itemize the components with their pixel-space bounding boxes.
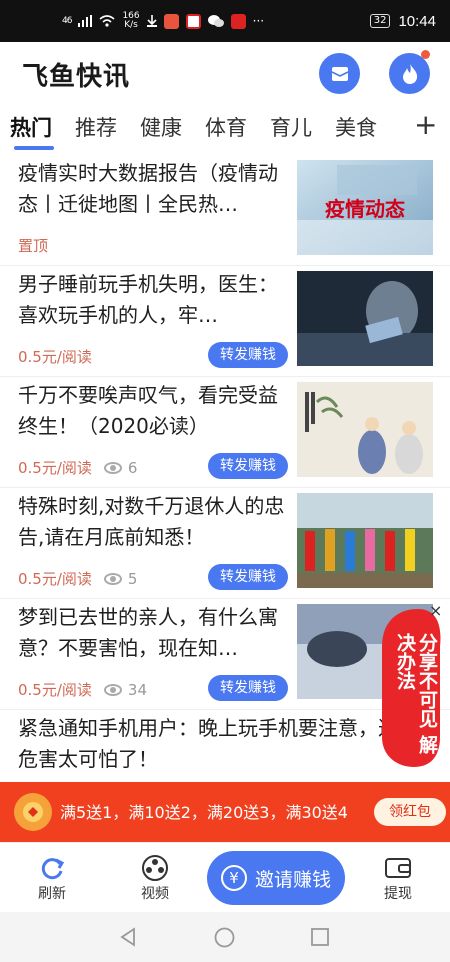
refresh-icon: [41, 858, 65, 880]
close-icon[interactable]: ×: [429, 601, 442, 620]
article-title[interactable]: 梦到已去世的亲人，有什么寓意？不要害怕，现在知…: [18, 602, 290, 666]
reward-rate: 0.5元/阅读: [18, 459, 92, 477]
red-packet-banner[interactable]: 满5送1，满10送2，满20送3，满30送4 领红包: [0, 782, 450, 842]
home-icon[interactable]: [214, 927, 235, 948]
chart-notification-icon: [230, 13, 246, 29]
signal-icon: [78, 15, 93, 27]
share-earn-button[interactable]: 转发赚钱: [208, 453, 288, 479]
recents-icon[interactable]: [311, 928, 329, 946]
tab-recommend[interactable]: 推荐: [75, 112, 117, 142]
envelope-icon: [331, 66, 348, 81]
hot-button[interactable]: [389, 50, 430, 94]
list-item[interactable]: 男子睡前玩手机失明，医生：喜欢玩手机的人，牢… 0.5元/阅读 转发赚钱: [0, 266, 450, 377]
nav-refresh-label: 刷新: [38, 886, 66, 902]
view-count: 6: [103, 459, 137, 477]
list-item[interactable]: 疫情实时大数据报告（疫情动态丨迁徙地图丨全民热… 置顶 疫情动态: [0, 155, 450, 266]
list-item[interactable]: 千万不要唉声叹气，看完受益终生！（2020必读） 0.5元/阅读 6 转发赚钱: [0, 377, 450, 488]
article-meta: 0.5元/阅读 6: [18, 457, 137, 478]
download-icon: [146, 15, 157, 27]
tab-health[interactable]: 健康: [140, 112, 182, 142]
article-title[interactable]: 特殊时刻,对数千万退休人的忠告,请在月底前知悉！: [18, 491, 290, 555]
promo-text: 分享不可见 解决办法: [394, 633, 438, 754]
eye-icon: [103, 572, 122, 585]
app-title: 飞鱼快讯: [22, 62, 131, 92]
eye-icon: [103, 461, 122, 474]
article-meta: 置顶: [18, 235, 48, 256]
share-promo-float[interactable]: 分享不可见 解决办法 ×: [380, 601, 444, 770]
wechat-icon: [207, 15, 224, 27]
add-tab-button[interactable]: +: [414, 108, 437, 141]
battery-indicator: 32: [369, 14, 391, 28]
more-notifications: ···: [252, 14, 265, 28]
pinned-tag: 置顶: [18, 237, 49, 255]
promo-text: 满5送1，满10送2，满20送3，满30送4: [60, 802, 348, 822]
wallet-icon: [385, 858, 411, 878]
message-button[interactable]: [319, 53, 360, 94]
category-tabs: 热门 推荐 健康 体育 育儿 美食 +: [0, 106, 450, 154]
article-thumbnail[interactable]: [297, 271, 433, 366]
article-meta: 0.5元/阅读 34: [18, 679, 147, 700]
share-earn-button[interactable]: 转发赚钱: [208, 564, 288, 590]
eye-icon: [103, 683, 122, 696]
reward-rate: 0.5元/阅读: [18, 681, 92, 699]
clock: 10:44: [398, 12, 436, 30]
stocks-notification-icon: [185, 13, 201, 29]
network-label: 46: [62, 16, 73, 26]
system-nav-bar: [0, 912, 450, 962]
article-title[interactable]: 男子睡前玩手机失明，医生：喜欢玩手机的人，牢…: [18, 269, 290, 333]
thumbnail-caption: 疫情动态: [325, 197, 405, 221]
back-icon[interactable]: [118, 927, 138, 947]
yen-icon: ¥: [220, 865, 247, 891]
share-earn-button[interactable]: 转发赚钱: [208, 342, 288, 368]
view-count: 5: [103, 570, 137, 588]
reward-rate: 0.5元/阅读: [18, 570, 92, 588]
invite-earn-button[interactable]: ¥ 邀请赚钱: [207, 851, 345, 905]
network-speed: 166 K/s: [122, 11, 140, 30]
article-thumbnail[interactable]: 疫情动态: [297, 160, 433, 255]
share-earn-button[interactable]: 转发赚钱: [208, 675, 288, 701]
article-title[interactable]: 千万不要唉声叹气，看完受益终生！（2020必读）: [18, 380, 290, 444]
article-meta: 0.5元/阅读 5: [18, 568, 137, 589]
nav-withdraw[interactable]: 提现: [368, 853, 428, 903]
nav-withdraw-label: 提现: [384, 886, 412, 902]
red-packet-icon: [14, 793, 52, 831]
notification-dot: [421, 50, 430, 59]
article-meta: 0.5元/阅读: [18, 346, 92, 367]
article-title[interactable]: 疫情实时大数据报告（疫情动态丨迁徙地图丨全民热…: [18, 158, 290, 222]
wifi-icon: [99, 15, 115, 27]
tab-food[interactable]: 美食: [335, 112, 377, 142]
active-tab-indicator: [14, 146, 54, 150]
list-item[interactable]: 特殊时刻,对数千万退休人的忠告,请在月底前知悉！ 0.5元/阅读 5 转发赚钱: [0, 488, 450, 599]
tab-parenting[interactable]: 育儿: [270, 112, 312, 142]
nav-video[interactable]: 视频: [125, 853, 185, 903]
app-header: 飞鱼快讯: [0, 42, 450, 106]
bottom-nav: 刷新 视频 ¥ 邀请赚钱 提现: [0, 842, 450, 912]
article-thumbnail[interactable]: [297, 382, 433, 477]
film-reel-icon: [142, 855, 168, 881]
fire-icon: [402, 63, 417, 84]
article-thumbnail[interactable]: [297, 493, 433, 588]
nav-video-label: 视频: [141, 886, 169, 902]
status-bar: 46 166 K/s ··· 32 10:44: [0, 0, 450, 42]
tab-sports[interactable]: 体育: [205, 112, 247, 142]
view-count: 34: [103, 681, 147, 699]
claim-red-packet-button[interactable]: 领红包: [374, 798, 446, 826]
invite-label: 邀请赚钱: [254, 868, 331, 891]
nav-refresh[interactable]: 刷新: [22, 853, 82, 903]
app-notification-icon: [163, 13, 179, 29]
tab-hot[interactable]: 热门: [10, 112, 52, 142]
article-title[interactable]: 紧急通知手机用户：晚上玩手机要注意，这些危害太可怕了！: [18, 713, 418, 777]
reward-rate: 0.5元/阅读: [18, 348, 92, 366]
